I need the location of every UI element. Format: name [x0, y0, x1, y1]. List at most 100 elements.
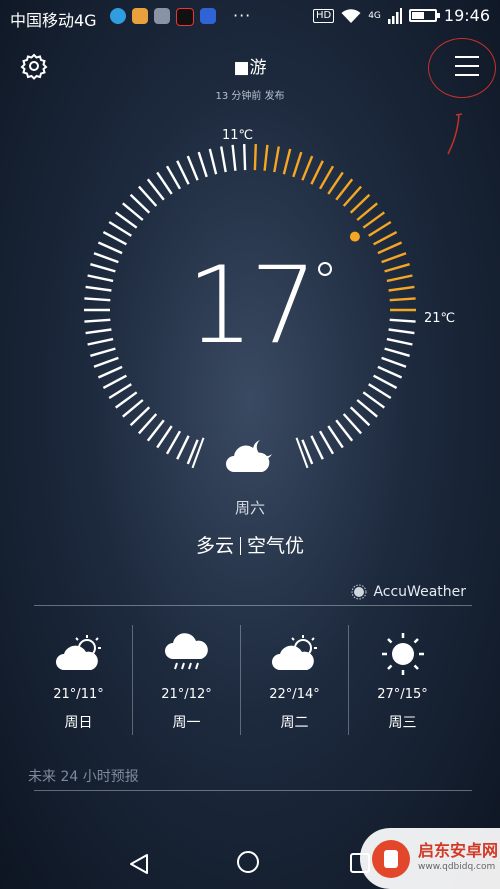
temp-range: 22°/14° — [269, 687, 320, 702]
dial-tick-range — [327, 171, 344, 195]
dial-tick — [362, 391, 386, 409]
today-condition: 多云 空气优 — [0, 531, 500, 558]
dial-end-tick — [191, 437, 205, 469]
provider-name: AccuWeather — [373, 584, 466, 600]
next-24h-forecast-link[interactable]: 未来 24 小时预报 — [28, 766, 139, 786]
dial-tick — [186, 155, 199, 181]
current-temperature: 17 — [186, 244, 318, 367]
battery-icon — [408, 9, 440, 22]
dial-tick — [208, 148, 218, 175]
dial-tick-range — [362, 211, 386, 229]
status-bar: 中国移动4G ··· HD 4G 19:46 — [0, 0, 500, 34]
city-name[interactable]: ■游 — [0, 53, 500, 78]
dial-tick — [129, 406, 151, 427]
dial-tick-range — [301, 155, 314, 181]
dial-tick — [129, 193, 151, 214]
published-time: 13 分钟前 发布 — [215, 91, 285, 102]
watermark: 启东安卓网 www.qdbidq.com — [360, 828, 500, 889]
dial-tick — [301, 439, 314, 465]
degree-symbol — [318, 262, 332, 276]
forecast-day[interactable]: 27°/15° 周三 — [348, 625, 456, 735]
home-icon[interactable] — [237, 851, 259, 873]
partly-cloudy-icon — [55, 635, 101, 670]
watermark-title: 启东安卓网 — [418, 840, 499, 860]
rain-icon — [164, 633, 208, 670]
annotation-circle — [428, 38, 496, 98]
divider — [34, 790, 472, 791]
dial-end-tick — [295, 437, 309, 469]
weather-condition: 多云 — [195, 535, 234, 557]
gallery-app-icon — [154, 8, 170, 24]
dial-tick-range — [253, 144, 257, 171]
carrier-label: 中国移动4G — [10, 11, 97, 30]
dial-tick-range — [349, 193, 371, 214]
dial-tick — [146, 419, 165, 442]
forecast-day[interactable]: 21°/11° 周日 — [25, 625, 132, 735]
dial-tick — [114, 211, 138, 229]
partly-cloudy-icon — [271, 635, 317, 670]
dial-tick-range — [368, 220, 392, 237]
divider — [240, 537, 241, 555]
dial-tick — [102, 374, 127, 389]
baidu-app-icon — [200, 8, 216, 24]
dial-tick — [373, 374, 398, 389]
dial-tick — [156, 425, 173, 449]
dial-tick — [122, 202, 144, 221]
watermark-logo-icon — [372, 839, 410, 878]
dial-tick — [138, 185, 158, 207]
dial-tick-range — [373, 231, 398, 246]
provider-badge[interactable]: AccuWeather — [351, 584, 466, 600]
dial-tick — [356, 399, 378, 418]
day-name: 周三 — [388, 715, 417, 731]
network-type: 4G — [368, 10, 381, 21]
temp-range: 27°/15° — [377, 687, 428, 702]
forecast-day[interactable]: 21°/12° 周一 — [132, 625, 240, 735]
notification-icons — [110, 8, 216, 26]
more-notifications: ··· — [233, 6, 252, 25]
dial-tick — [220, 146, 227, 173]
today-weekday: 周六 — [234, 499, 265, 517]
day-name: 周一 — [172, 715, 201, 731]
accuweather-sun-icon — [351, 584, 367, 600]
dial-tick — [108, 220, 132, 237]
dial-tick — [102, 231, 127, 246]
dial-tick-range — [273, 146, 280, 173]
hd-call-indicator: HD — [312, 8, 335, 23]
dial-tick — [176, 160, 190, 185]
signal-icon — [387, 7, 402, 24]
temp-range: 21°/11° — [53, 687, 104, 702]
dial-tick — [97, 365, 123, 379]
dial-tick — [231, 144, 237, 171]
dial-tick — [310, 435, 324, 460]
clock: 19:46 — [443, 6, 490, 25]
day-name: 周日 — [64, 715, 93, 731]
dial-tick — [349, 406, 371, 427]
forecast-day[interactable]: 22°/14° 周二 — [240, 625, 348, 735]
store-app-icon — [132, 8, 148, 24]
annotation-arrow — [447, 113, 463, 155]
dial-tick-range — [335, 178, 354, 201]
dial-tick — [377, 365, 403, 379]
dial-tick — [122, 399, 144, 418]
dial-tick-range — [292, 151, 303, 178]
dial-tick — [197, 151, 208, 178]
current-temp-marker — [349, 231, 360, 242]
dial-tick — [138, 413, 158, 435]
day-name: 周二 — [280, 715, 309, 731]
dial-tick — [318, 430, 335, 455]
back-icon[interactable] — [128, 853, 150, 875]
dial-tick — [243, 144, 247, 171]
dial-tick-range — [318, 165, 335, 190]
dial-tick — [108, 383, 132, 400]
dial-tick — [165, 165, 182, 190]
dial-tick — [327, 425, 344, 449]
dial-tick — [114, 391, 138, 409]
air-quality: 空气优 — [247, 535, 305, 557]
dial-tick — [146, 178, 165, 201]
daily-forecast: 21°/11° 周日 21°/12° 周一 22°/14° 周二 27°/15°… — [25, 625, 475, 735]
cloudy-night-icon — [226, 440, 272, 472]
dial-tick — [335, 419, 354, 442]
watermark-url: www.qdbidq.com — [418, 861, 496, 872]
dial-tick-range — [263, 144, 269, 171]
dial-tick — [186, 439, 199, 465]
